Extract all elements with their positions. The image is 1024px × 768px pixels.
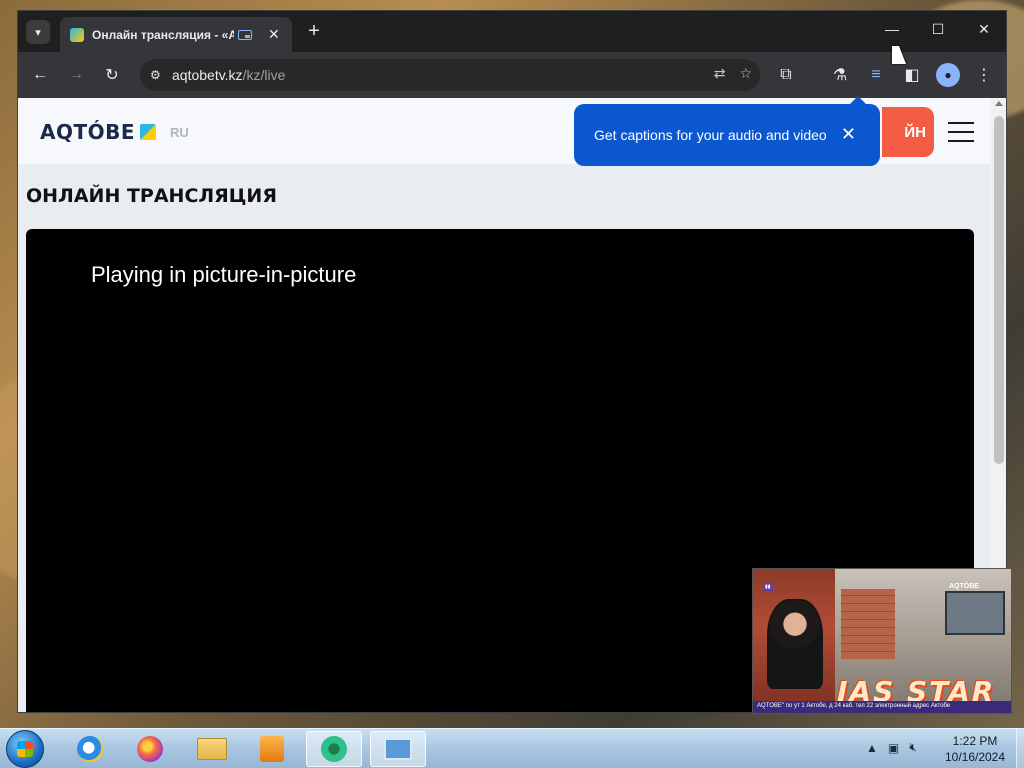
labs-button[interactable]: ⚗ <box>828 63 852 87</box>
page-title: ОНЛАЙН ТРАНСЛЯЦИЯ <box>26 185 277 207</box>
taskbar-firefox[interactable] <box>122 731 178 767</box>
media-player-icon <box>260 736 284 762</box>
browser-app-icon <box>321 736 347 762</box>
maximize-button[interactable]: ☐ <box>915 11 961 47</box>
url-path: /kz/live <box>242 67 286 83</box>
chevron-down-icon: ▾ <box>35 26 41 39</box>
pip-presenter-image <box>767 599 823 689</box>
tab-active[interactable]: Онлайн трансляция - «АQ ✕ <box>60 17 292 52</box>
site-logo[interactable]: AQTÓBE <box>40 120 157 144</box>
pip-video-host-frame: ▮▮ <box>753 569 835 713</box>
captions-close-button[interactable]: ✕ <box>841 124 856 145</box>
firefox-icon <box>137 736 163 762</box>
mouse-cursor-icon <box>892 46 906 64</box>
taskbar-internet-explorer[interactable] <box>62 731 118 767</box>
arrow-left-icon: ← <box>32 66 48 83</box>
picture-in-picture-icon <box>238 29 252 40</box>
taskbar-control-panel[interactable] <box>370 731 426 767</box>
back-button[interactable]: ← <box>28 63 52 87</box>
internet-explorer-icon <box>77 736 103 762</box>
profile-button[interactable]: ● <box>936 63 960 87</box>
taskbar: ▲ ▣ 🔇︎ 1:22 PM 10/16/2024 <box>0 728 1024 768</box>
site-info-icon[interactable]: ⚙ <box>150 68 172 82</box>
side-panel-button[interactable]: ◧ <box>900 63 924 87</box>
pip-studio-screen-image <box>945 591 1005 635</box>
network-icon[interactable]: ▣ <box>888 741 899 755</box>
extensions-button[interactable]: ⧉ <box>774 63 798 87</box>
clock-time: 1:22 PM <box>952 734 998 748</box>
tab-search-button[interactable]: ▾ <box>26 20 50 44</box>
minimize-button[interactable]: — <box>869 11 915 47</box>
captions-promo-bubble: Get captions for your audio and video ✕ <box>574 96 880 166</box>
forward-button[interactable]: → <box>64 63 88 87</box>
address-bar[interactable]: ⚙ aqtobetv.kz /kz/live ⇄ ☆ <box>140 59 760 91</box>
language-switch[interactable]: RU <box>170 125 189 140</box>
pip-window[interactable]: ▮▮ AQTÓBE JAS STAR AQTOBE" по ут 1 Актоб… <box>752 568 1012 714</box>
pip-status-message: Playing in picture-in-picture <box>91 262 357 287</box>
pip-badge: ▮▮ <box>763 583 773 591</box>
flask-icon: ⚗ <box>832 67 848 84</box>
close-window-button[interactable]: ✕ <box>961 11 1006 47</box>
logo-mark-icon <box>140 124 157 140</box>
control-panel-icon <box>384 738 412 760</box>
volume-muted-icon[interactable]: 🔇︎ <box>909 740 917 755</box>
show-desktop-button[interactable] <box>1016 729 1024 768</box>
logo-text: AQTÓBE <box>40 120 136 144</box>
taskbar-chrome-active[interactable] <box>306 731 362 767</box>
taskbar-media-player[interactable] <box>244 731 300 767</box>
captions-promo-text: Get captions for your audio and video <box>594 127 827 143</box>
more-vertical-icon: ⋮ <box>976 67 992 84</box>
reload-icon: ↻ <box>105 67 119 84</box>
arrow-right-icon: → <box>68 66 84 83</box>
site-favicon-icon <box>70 27 84 42</box>
url-host: aqtobetv.kz <box>172 67 243 83</box>
browser-menu-button[interactable]: ⋮ <box>972 63 996 87</box>
puzzle-icon: ⧉ <box>780 66 792 83</box>
translate-icon[interactable]: ⇄ <box>714 65 726 82</box>
reload-button[interactable]: ↻ <box>100 63 124 87</box>
hamburger-menu-icon[interactable] <box>948 122 974 142</box>
media-queue-icon: ≡ <box>871 66 881 83</box>
clock[interactable]: 1:22 PM 10/16/2024 <box>940 733 1010 765</box>
online-button[interactable]: ЙН <box>882 107 934 157</box>
system-tray: ▲ ▣ 🔇︎ <box>866 740 917 755</box>
pip-brick-wall-image <box>841 589 895 659</box>
side-panel-icon: ◧ <box>904 67 920 84</box>
new-tab-button[interactable]: + <box>301 19 327 45</box>
media-controls-button[interactable]: ≡ <box>864 63 888 87</box>
folder-icon <box>197 738 227 760</box>
browser-toolbar: ← → ↻ ⚙ aqtobetv.kz /kz/live ⇄ ☆ ⧉ ⚗ ≡ ◧ <box>18 52 1006 98</box>
tab-close-button[interactable]: ✕ <box>268 26 280 43</box>
profile-avatar-icon: ● <box>944 68 952 82</box>
start-button[interactable] <box>6 730 44 768</box>
scroll-up-arrow-icon[interactable] <box>995 101 1003 106</box>
pip-news-ticker: AQTOBE" по ут 1 Актобе, д 24 каб. тел 22… <box>753 701 1011 713</box>
clock-date: 10/16/2024 <box>944 750 1006 764</box>
pip-channel-logo: AQTÓBE <box>949 583 979 590</box>
tray-expand-icon[interactable]: ▲ <box>866 741 878 755</box>
tab-title: Онлайн трансляция - «АQ <box>92 27 234 42</box>
taskbar-file-explorer[interactable] <box>184 731 240 767</box>
bookmark-star-icon[interactable]: ☆ <box>739 65 752 82</box>
tab-strip: ▾ Онлайн трансляция - «АQ ✕ + — ☐ ✕ <box>18 11 1006 52</box>
scrollbar-thumb[interactable] <box>994 116 1004 464</box>
omnibox-actions: ⇄ ☆ <box>714 65 752 82</box>
